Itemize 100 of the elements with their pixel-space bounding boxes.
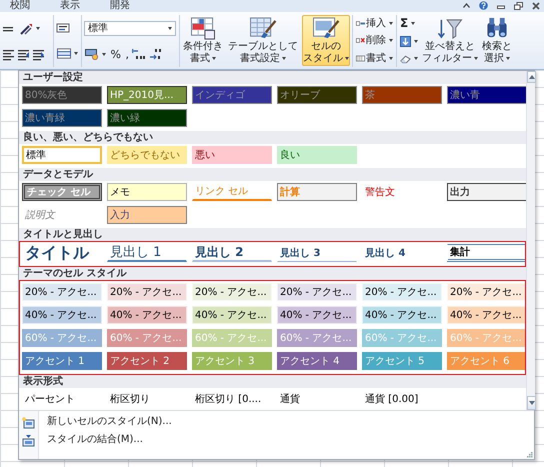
cell-style-item[interactable]: オリーブ bbox=[277, 86, 357, 104]
cell-style-item[interactable]: 濃い青緑 bbox=[22, 109, 102, 127]
section-header: テーマのセル スタイル bbox=[19, 267, 526, 280]
cell-style-item[interactable]: 40% - アクセ... bbox=[107, 306, 187, 324]
cell-style-item[interactable]: 20% - アクセ... bbox=[22, 283, 102, 301]
section-header: タイトルと見出し bbox=[19, 228, 526, 241]
cell-style-item[interactable]: 見出し 2 bbox=[192, 244, 272, 262]
cell-style-item[interactable]: 40% - アクセ... bbox=[447, 306, 527, 324]
fill-button[interactable] bbox=[399, 34, 419, 48]
currency-icon bbox=[85, 48, 99, 60]
cell-style-item[interactable]: 警告文 bbox=[362, 183, 442, 201]
scroll-up-button[interactable] bbox=[527, 71, 536, 83]
menu-item[interactable]: 新しいセルのスタイル(N)... bbox=[39, 414, 172, 430]
cell-style-item[interactable]: 通貨 [0.00] bbox=[362, 390, 442, 408]
autosum-button[interactable]: Σ bbox=[399, 17, 419, 30]
cell-style-item[interactable]: 20% - アクセ... bbox=[192, 283, 272, 301]
cell-style-item[interactable]: 20% - アクセ... bbox=[447, 283, 527, 301]
cell-style-item[interactable]: 説明文 bbox=[22, 206, 102, 224]
caret-icon bbox=[389, 22, 393, 26]
arrow-up-icon bbox=[528, 75, 534, 79]
scrollbar[interactable] bbox=[526, 71, 535, 410]
cell-style-item[interactable]: 40% - アクセ... bbox=[192, 306, 272, 324]
section-header: 良い、悪い、どちらでもない bbox=[19, 131, 526, 144]
ribbon-tab[interactable]: 開発 bbox=[110, 1, 130, 11]
wrap-text-icon[interactable] bbox=[56, 22, 70, 34]
merge-cells-button[interactable] bbox=[56, 47, 79, 60]
cell-style-item[interactable]: アクセント 4 bbox=[277, 352, 357, 370]
increase-indent-icon[interactable] bbox=[32, 48, 45, 60]
cell-style-item[interactable]: 良い bbox=[277, 146, 357, 164]
decrease-indent-icon[interactable] bbox=[16, 48, 30, 60]
ribbon-button[interactable]: 検索と 選択 bbox=[481, 15, 513, 66]
cell-style-item[interactable]: メモ bbox=[107, 183, 187, 201]
cell-style-item[interactable]: 40% - アクセ... bbox=[22, 306, 102, 324]
align-left-icon[interactable] bbox=[2, 48, 14, 60]
increase-decimal-icon[interactable] bbox=[132, 48, 146, 60]
restore-icon[interactable] bbox=[514, 2, 523, 10]
orientation-button[interactable] bbox=[19, 22, 41, 36]
cell-brush-icon bbox=[312, 17, 340, 40]
format-icon bbox=[356, 52, 365, 64]
caret-icon bbox=[102, 52, 106, 56]
caret-icon bbox=[168, 26, 172, 30]
caret-icon bbox=[212, 56, 216, 60]
ribbon-button[interactable]: 並べ替えと フィルター bbox=[421, 15, 479, 66]
caret-icon bbox=[345, 56, 349, 60]
cell-style-item[interactable]: 濃い青 bbox=[447, 86, 527, 104]
help-icon[interactable] bbox=[479, 1, 488, 10]
scroll-down-button[interactable] bbox=[527, 396, 536, 410]
cell-style-item[interactable]: アクセント 1 bbox=[22, 352, 102, 370]
cell-style-item[interactable]: 40% - アクセ... bbox=[362, 306, 442, 324]
cell-style-item[interactable]: 20% - アクセ... bbox=[107, 283, 187, 301]
number-style-button[interactable]: % bbox=[110, 48, 122, 61]
menu-item[interactable]: スタイルの結合(M)... bbox=[39, 432, 143, 448]
decrease-decimal-icon[interactable] bbox=[148, 48, 163, 60]
cell-style-item[interactable]: パーセント bbox=[22, 390, 102, 408]
ribbon-button[interactable]: 書式 bbox=[355, 52, 394, 65]
section-header: 表示形式 bbox=[19, 375, 526, 388]
cell-style-item[interactable]: HP_2010見... bbox=[107, 86, 187, 104]
cell-style-item[interactable]: 桁区切り [0.... bbox=[192, 390, 272, 408]
cell-style-item[interactable]: 80%灰色 bbox=[22, 86, 102, 104]
cell-style-item[interactable]: 40% - アクセ... bbox=[277, 306, 357, 324]
cell-style-item[interactable]: インディゴ bbox=[192, 86, 272, 104]
cell-style-item[interactable]: 出力 bbox=[447, 183, 527, 201]
close-icon[interactable] bbox=[532, 2, 540, 10]
eraser-icon bbox=[400, 54, 411, 64]
chevron-up-icon[interactable] bbox=[463, 3, 470, 8]
cell-style-item[interactable]: 通貨 bbox=[277, 390, 357, 408]
ribbon-button[interactable]: セルの スタイル bbox=[302, 15, 350, 66]
number-style-button[interactable]: , bbox=[124, 48, 130, 61]
cell-style-item[interactable]: どちらでもない bbox=[107, 146, 187, 164]
ribbon-button[interactable]: 挿入 bbox=[355, 17, 394, 30]
cell-style-item[interactable]: 濃い緑 bbox=[107, 109, 187, 127]
caret-icon bbox=[389, 39, 393, 42]
caret-icon bbox=[282, 56, 286, 60]
cell-style-item[interactable]: 20% - アクセ... bbox=[362, 283, 442, 301]
cell-style-item[interactable]: 標準 bbox=[22, 146, 102, 164]
caret-icon bbox=[36, 27, 40, 30]
cell-style-item[interactable]: 見出し 3 bbox=[277, 244, 357, 262]
cell-style-item[interactable]: アクセント 2 bbox=[107, 352, 187, 370]
cell-style-item[interactable]: 入力 bbox=[107, 206, 187, 224]
section-header: ユーザー設定 bbox=[19, 71, 526, 84]
cell-style-item[interactable]: タイトル bbox=[22, 244, 102, 262]
ribbon-button[interactable]: 条件付き 書式 bbox=[182, 15, 224, 66]
cell-style-item[interactable]: 見出し 1 bbox=[107, 244, 187, 262]
ribbon-tab[interactable]: 表示 bbox=[60, 1, 80, 11]
merge-cells-icon bbox=[57, 48, 71, 60]
caret-icon bbox=[74, 52, 78, 56]
ribbon-tab[interactable]: 校閲 bbox=[10, 1, 30, 11]
cell-style-item[interactable]: 見出し 4 bbox=[362, 244, 442, 262]
currency-format-button[interactable] bbox=[84, 47, 107, 62]
cell-style-item[interactable]: 20% - アクセ... bbox=[277, 283, 357, 301]
fill-down-icon bbox=[400, 36, 411, 47]
ribbon-button[interactable]: 削除 bbox=[355, 34, 394, 48]
ribbon-button[interactable]: テーブルとして 書式設定 bbox=[227, 15, 299, 66]
new-style-icon bbox=[22, 417, 35, 429]
cell-style-item[interactable]: 桁区切り bbox=[107, 390, 187, 408]
cell-style-item[interactable]: 悪い bbox=[192, 146, 272, 164]
orientation-icon bbox=[20, 22, 33, 34]
resize-grip-icon[interactable] bbox=[527, 452, 533, 458]
number-format-dropdown[interactable]: 標準 bbox=[84, 20, 176, 36]
merge-styles-icon bbox=[22, 435, 35, 447]
